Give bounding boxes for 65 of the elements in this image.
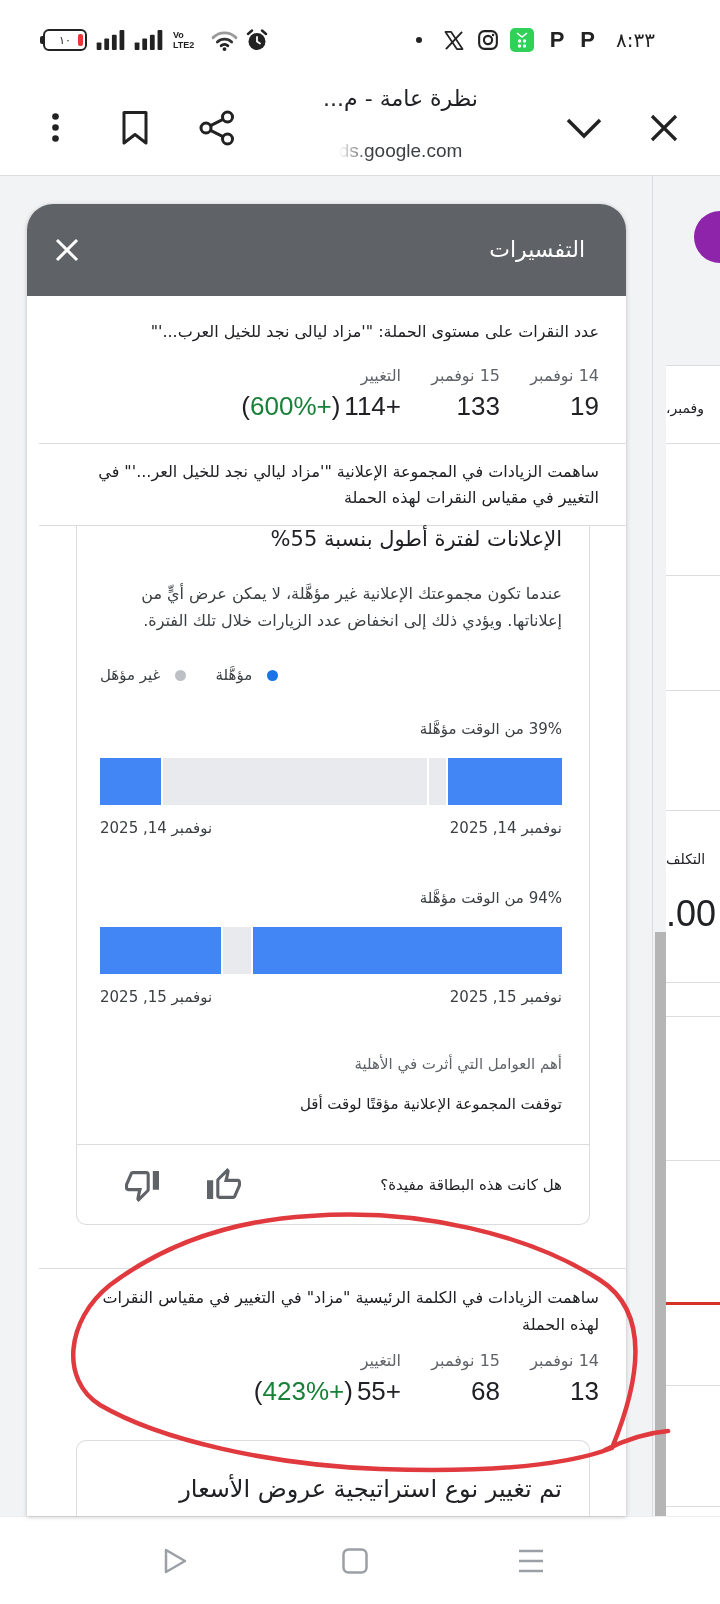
column-label: التغيير (360, 365, 401, 387)
timeline-caption: 94% من الوقت مؤهَّلة (418, 888, 562, 909)
chevron-down-icon (566, 116, 602, 139)
menu-icon (518, 1548, 544, 1573)
card-description: عندما تكون مجموعتك الإعلانية غير مؤهَّلة، لا يمكن عرض أيٍّ من إعلاناتها. ويؤدي ذلك إلى انخفاض عدد الزيارات خلال تلك الفترة. (140, 582, 562, 633)
thumbs-up-icon (207, 1167, 241, 1202)
network-type-label: Vo LTE2 (173, 30, 196, 50)
camera-outline-icon (477, 30, 498, 50)
page-url: ds.google.com (338, 139, 463, 163)
feedback-question: هل كانت هذه البطاقة مفيدة؟ (379, 1174, 562, 1196)
factor-text: توقفت المجموعة الإعلانية مؤقتًا لوقت أقل (298, 1093, 562, 1115)
metric-value: 133 (456, 391, 500, 421)
cost-label: التكلف (666, 850, 706, 869)
more-vertical-icon (51, 113, 59, 142)
contribution-note: ساهمت الزيادات في المجموعة الإعلانية "'مزاد ليالي نجد للخيل العر...'" في التغيير في مقياس النقرات لهذه الحملة (97, 461, 599, 510)
end-date: نوفمبر 15, 2025 (100, 987, 213, 1008)
signal-icon (96, 30, 125, 50)
notification-letter: P (580, 29, 596, 51)
end-date: نوفمبر 14, 2025 (100, 818, 213, 839)
change-value: +55 (356, 1376, 401, 1406)
signal-icon (134, 30, 163, 50)
battery-indicator: ١٠ (40, 29, 87, 51)
share-icon (199, 109, 235, 146)
trend-line (666, 1302, 720, 1305)
change-percent: (+600%) (241, 391, 341, 421)
panel-close-button[interactable] (55, 238, 79, 262)
timeline-caption: 39% من الوقت مؤهَّلة (418, 719, 562, 740)
factors-title: أهم العوامل التي أثرت في الأهلية (353, 1053, 562, 1075)
eligible-segment (100, 758, 162, 805)
cost-value: .00 (666, 892, 717, 936)
notification-letter: P (549, 29, 565, 51)
alarm-clock-icon (246, 29, 268, 51)
card-heading: الإعلانات لفترة أطول بنسبة 55% (269, 526, 562, 552)
scrollbar-thumb[interactable] (655, 932, 666, 1516)
change-percent: (+423%) (253, 1376, 353, 1406)
page-title: نظرة عامة - م... (323, 85, 478, 113)
bookmark-icon (121, 109, 149, 146)
wifi-icon (211, 29, 238, 51)
column-label: 14 نوفمبر (530, 1350, 599, 1372)
date-fragment: وفمبر، (666, 399, 704, 419)
change-value: +114 (344, 391, 401, 421)
start-date: نوفمبر 15, 2025 (449, 987, 562, 1008)
avatar-icon (694, 211, 720, 263)
notification-dot-icon (415, 37, 422, 43)
column-label: 15 نوفمبر (431, 365, 500, 387)
column-label: 15 نوفمبر (431, 1350, 500, 1372)
close-icon (650, 113, 678, 142)
card-heading: تم تغيير نوع استراتيجية عروض الأسعار (177, 1474, 562, 1504)
column-label: 14 نوفمبر (530, 365, 599, 387)
metric-value: 68 (471, 1376, 500, 1406)
play-triangle-icon (162, 1546, 188, 1575)
x-mark-icon (443, 30, 464, 50)
panel-title: التفسيرات (489, 236, 585, 264)
metric-description: عدد النقرات على مستوى الحملة: "'مزاد ليالى نجد للخيل العرب...'" (149, 321, 599, 343)
status-time: ٨:٣٣ (616, 28, 655, 52)
metric-value: 19 (570, 391, 599, 421)
column-label: التغيير (360, 1350, 401, 1372)
legend-label: غير مؤهَل (100, 665, 161, 686)
metric-value: 13 (570, 1376, 599, 1406)
legend-label: مؤهَّلة (215, 665, 253, 686)
shopping-bag-icon (509, 28, 534, 52)
start-date: نوفمبر 14, 2025 (449, 818, 562, 839)
metric-description: ساهمت الزيادات في الكلمة الرئيسية "مزاد" في التغيير في مقياس النقرات لهذه الحملة (101, 1287, 599, 1337)
close-icon (55, 238, 79, 262)
rounded-square-icon (342, 1547, 368, 1574)
